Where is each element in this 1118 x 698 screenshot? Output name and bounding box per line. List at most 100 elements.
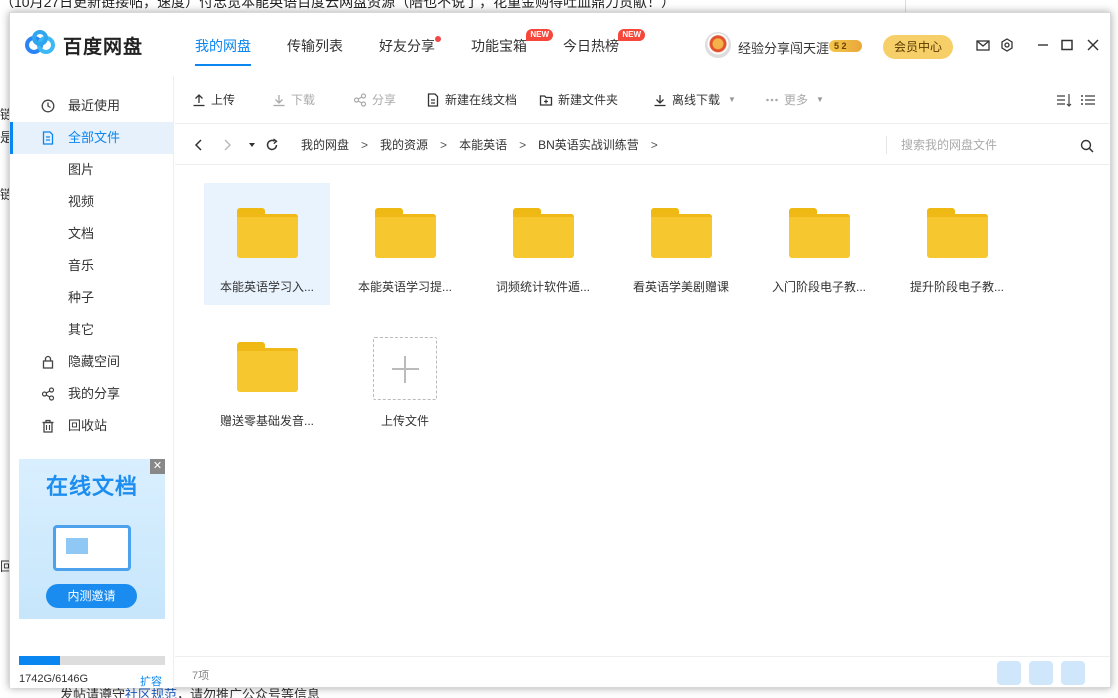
main-panel: 上传 下载 分享 新建在线文档 新建文件夹 离线下载 ▼ 更多 ▼ 我的网盘 >… bbox=[175, 76, 1110, 688]
background-footer-prefix: 发帖请遵守 bbox=[60, 687, 126, 698]
sidebar-item-hidden-space[interactable]: 隐藏空间 bbox=[10, 346, 173, 378]
status-bar: 7项 bbox=[175, 656, 1110, 688]
more-button[interactable]: 更多 ▼ bbox=[765, 76, 824, 124]
toolbar-label: 上传 bbox=[211, 93, 236, 107]
upload-file-tile[interactable]: 上传文件 bbox=[342, 317, 468, 439]
history-dropdown-icon[interactable] bbox=[245, 138, 259, 152]
share-button[interactable]: 分享 bbox=[353, 76, 396, 124]
more-icon bbox=[765, 93, 779, 107]
tab-toolbox[interactable]: 功能宝箱 NEW bbox=[471, 13, 553, 76]
sidebar-item-videos[interactable]: 视频 bbox=[10, 186, 173, 218]
chevron-down-icon: ▼ bbox=[728, 95, 736, 104]
new-folder-button[interactable]: 新建文件夹 bbox=[539, 76, 618, 124]
tab-label: 我的网盘 bbox=[195, 38, 251, 54]
toolbar-label: 离线下载 bbox=[672, 93, 721, 107]
tab-friend-share[interactable]: 好友分享 bbox=[379, 13, 441, 76]
folder-item[interactable]: 本能英语学习提... bbox=[342, 183, 468, 305]
close-icon[interactable] bbox=[1086, 38, 1100, 52]
background-divider bbox=[905, 0, 906, 12]
new-badge: NEW bbox=[618, 29, 645, 41]
upload-file-label: 上传文件 bbox=[380, 414, 429, 428]
maximize-icon[interactable] bbox=[1060, 38, 1074, 52]
upload-button[interactable]: 上传 bbox=[192, 76, 235, 124]
breadcrumb-separator: > bbox=[650, 138, 658, 152]
minimize-icon[interactable] bbox=[1036, 38, 1050, 52]
sidebar-item-label: 图片 bbox=[68, 162, 95, 177]
breadcrumb-separator: > bbox=[440, 138, 448, 152]
settings-icon[interactable] bbox=[1000, 38, 1014, 52]
back-icon[interactable] bbox=[192, 138, 206, 152]
sidebar-item-label: 我的分享 bbox=[68, 386, 121, 401]
folder-item[interactable]: 入门阶段电子教... bbox=[756, 183, 882, 305]
folder-item[interactable]: 看英语学美剧赠课 bbox=[618, 183, 744, 305]
storage-quota-text: 1742G/6146G bbox=[19, 673, 89, 685]
tray-app-icon[interactable] bbox=[1061, 661, 1085, 685]
list-view-icon[interactable] bbox=[1080, 93, 1096, 107]
sidebar-item-label: 种子 bbox=[68, 290, 95, 305]
netdisk-window: 百度网盘 我的网盘 传输列表 好友分享 功能宝箱 NEW 今日热榜 NEW 经验分享… bbox=[9, 12, 1111, 688]
tray-app-icon[interactable] bbox=[1029, 661, 1053, 685]
offline-download-button[interactable]: 离线下载 ▼ bbox=[653, 76, 736, 124]
breadcrumb-separator: > bbox=[519, 138, 527, 152]
expand-storage-link[interactable]: 扩容 bbox=[140, 673, 162, 689]
download-button[interactable]: 下载 bbox=[272, 76, 315, 124]
folder-name: 本能英语学习提... bbox=[357, 280, 452, 294]
breadcrumb-separator: > bbox=[361, 138, 369, 152]
beta-invite-button[interactable]: 内测邀请 bbox=[46, 584, 137, 608]
sidebar-item-music[interactable]: 音乐 bbox=[10, 250, 173, 282]
baidu-netdisk-logo-icon bbox=[25, 30, 55, 56]
online-docs-banner[interactable]: 在线文档 ✕ 内测邀请 bbox=[19, 459, 165, 619]
breadcrumb-item[interactable]: BN英语实战训练营 bbox=[538, 125, 639, 165]
search-input[interactable] bbox=[901, 135, 1071, 155]
sidebar-item-label: 全部文件 bbox=[68, 130, 121, 145]
mail-icon[interactable] bbox=[976, 38, 990, 52]
tab-transfer-list[interactable]: 传输列表 bbox=[287, 13, 343, 76]
toolbar-label: 新建在线文档 bbox=[445, 93, 518, 107]
toolbar-label: 下载 bbox=[291, 93, 316, 107]
breadcrumb-item[interactable]: 我的网盘 bbox=[301, 125, 349, 165]
avatar[interactable] bbox=[705, 32, 731, 58]
sidebar-item-other[interactable]: 其它 bbox=[10, 314, 173, 346]
folder-item[interactable]: 本能英语学习入... bbox=[204, 183, 330, 305]
tab-hot-list[interactable]: 今日热榜 NEW bbox=[563, 13, 645, 76]
search-icon[interactable] bbox=[1080, 139, 1094, 153]
folder-icon bbox=[237, 208, 298, 258]
folder-name: 赠送零基础发音... bbox=[219, 414, 314, 428]
toolbar-label: 新建文件夹 bbox=[558, 93, 619, 107]
folder-item[interactable]: 提升阶段电子教... bbox=[894, 183, 1020, 305]
breadcrumb-item[interactable]: 本能英语 bbox=[459, 125, 507, 165]
vip-center-button[interactable]: 会员中心 bbox=[883, 35, 953, 59]
folder-name: 词频统计软件遁... bbox=[495, 280, 590, 294]
folder-name: 入门阶段电子教... bbox=[771, 280, 866, 294]
sort-icon[interactable] bbox=[1056, 93, 1072, 107]
folder-item[interactable]: 词频统计软件遁... bbox=[480, 183, 606, 305]
new-badge: NEW bbox=[526, 29, 553, 41]
tray-app-icon[interactable] bbox=[997, 661, 1021, 685]
sidebar: 最近使用 全部文件 图片 视频 文档 音乐 种子 其它 隐藏空间 我的分享 回收… bbox=[10, 76, 174, 688]
folder-icon bbox=[789, 208, 850, 258]
sidebar-item-torrents[interactable]: 种子 bbox=[10, 282, 173, 314]
storage-quota-fill bbox=[19, 656, 60, 665]
title-bar: 百度网盘 我的网盘 传输列表 好友分享 功能宝箱 NEW 今日热榜 NEW 经验分享… bbox=[10, 13, 1110, 76]
forward-icon[interactable] bbox=[220, 138, 234, 152]
sidebar-item-images[interactable]: 图片 bbox=[10, 154, 173, 186]
sidebar-item-recycle-bin[interactable]: 回收站 bbox=[10, 410, 173, 442]
sidebar-item-label: 回收站 bbox=[68, 418, 108, 433]
sidebar-item-my-share[interactable]: 我的分享 bbox=[10, 378, 173, 410]
breadcrumb-item[interactable]: 我的资源 bbox=[380, 125, 428, 165]
username[interactable]: 经验分享闯天涯 bbox=[738, 38, 829, 57]
refresh-icon[interactable] bbox=[265, 138, 279, 152]
new-online-doc-button[interactable]: 新建在线文档 bbox=[426, 76, 517, 124]
folder-item[interactable]: 赠送零基础发音... bbox=[204, 317, 330, 439]
notification-dot bbox=[435, 36, 441, 42]
tab-my-disk[interactable]: 我的网盘 bbox=[195, 13, 251, 76]
sidebar-item-recent[interactable]: 最近使用 bbox=[10, 90, 173, 122]
tab-label: 传输列表 bbox=[287, 38, 343, 54]
sidebar-item-all-files[interactable]: 全部文件 bbox=[10, 122, 173, 154]
clock-icon bbox=[41, 99, 55, 113]
sidebar-item-documents[interactable]: 文档 bbox=[10, 218, 173, 250]
banner-close-icon[interactable]: ✕ bbox=[150, 459, 165, 474]
app-name: 百度网盘 bbox=[63, 37, 144, 58]
tab-label: 今日热榜 bbox=[563, 38, 619, 54]
toolbar: 上传 下载 分享 新建在线文档 新建文件夹 离线下载 ▼ 更多 ▼ bbox=[175, 76, 1110, 124]
